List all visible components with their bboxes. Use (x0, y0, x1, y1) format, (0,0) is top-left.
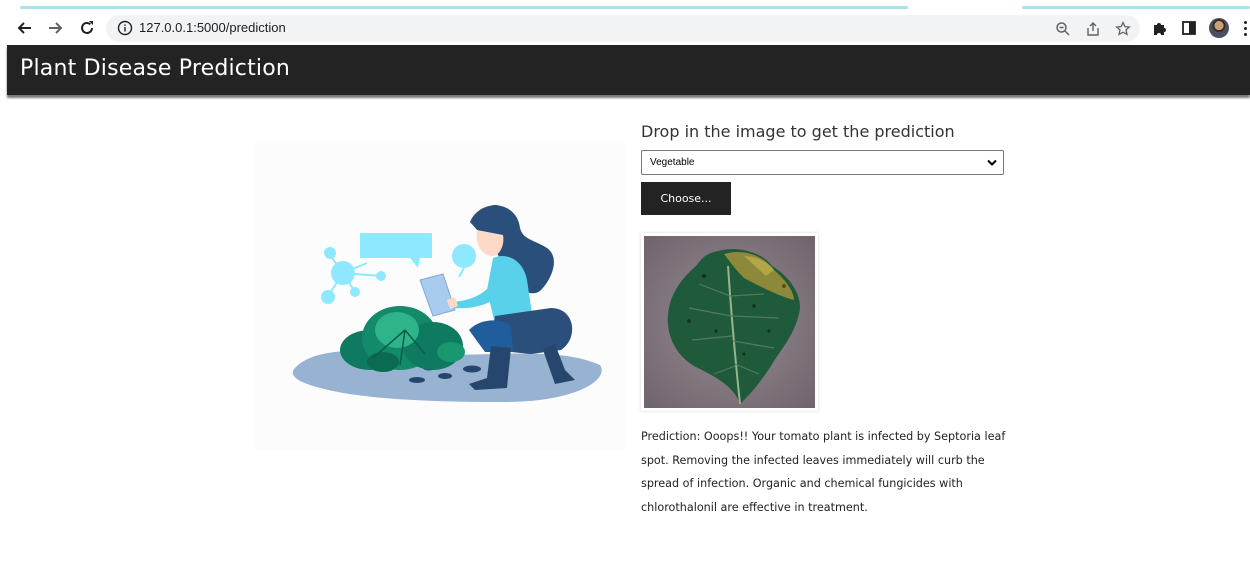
app-header: Plant Disease Prediction (7, 45, 1250, 95)
browser-toolbar: 127.0.0.1:5000/prediction (0, 12, 1250, 45)
puzzle-icon[interactable] (1149, 17, 1171, 39)
chevron-down-icon (987, 159, 997, 167)
category-selected-value: Vegetable (650, 157, 695, 168)
uploaded-image-preview (641, 233, 818, 411)
info-icon[interactable] (116, 19, 134, 37)
tab-indicator-secondary (1022, 6, 1250, 9)
tab-strip (0, 0, 1250, 12)
page-title: Plant Disease Prediction (20, 56, 291, 81)
address-bar[interactable]: 127.0.0.1:5000/prediction (106, 15, 1140, 42)
reload-icon[interactable] (75, 16, 99, 40)
choose-file-button[interactable]: Choose... (641, 182, 731, 215)
star-icon[interactable] (1112, 18, 1134, 40)
drop-title: Drop in the image to get the prediction (641, 122, 955, 141)
share-icon[interactable] (1082, 18, 1104, 40)
side-panel-icon[interactable] (1178, 17, 1200, 39)
url-text[interactable]: 127.0.0.1:5000/prediction (139, 20, 286, 35)
back-arrow-icon[interactable] (12, 16, 36, 40)
farmer-illustration (255, 140, 625, 450)
avatar[interactable] (1209, 18, 1229, 38)
prediction-text: Prediction: Ooops!! Your tomato plant is… (641, 430, 1006, 514)
tab-indicator (20, 6, 908, 9)
kebab-menu-icon[interactable] (1241, 17, 1250, 39)
forward-arrow-icon[interactable] (44, 16, 68, 40)
zoom-icon[interactable] (1052, 18, 1074, 40)
category-select[interactable]: Vegetable (641, 150, 1004, 175)
